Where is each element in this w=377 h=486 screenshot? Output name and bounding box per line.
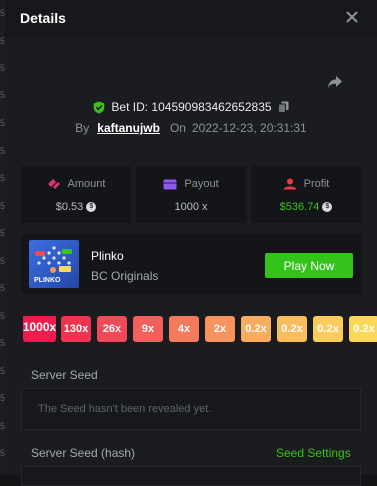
panel-header: Details [5,0,377,37]
profit-label: Profit [303,178,330,190]
multiplier-bucket: 26x [97,316,127,342]
amount-value: $0.53 [55,201,84,213]
multiplier-bucket: 0.2x [277,316,307,342]
multiplier-bucket: 4x [169,316,199,342]
bet-id: Bet ID: 104590983462652835 [111,100,272,114]
multiplier-bucket: 130x [61,316,91,342]
wallet-icon [163,179,177,189]
currency-coin-icon: $ [322,202,333,212]
thumbnail-caption: PLINKO [34,277,61,284]
server-seed-label: Server Seed [31,368,98,382]
server-seed-hash-label: Server Seed (hash) [31,446,136,460]
profit-value: $536.74 [279,201,320,213]
game-thumbnail[interactable]: PLINKO [29,240,79,288]
page-title: Details [20,10,66,26]
on-label: On [169,121,186,135]
game-name: Plinko [91,249,124,263]
profit-icon [283,178,297,190]
by-label: By [75,121,90,135]
multiplier-row: 1000x 130x 26x 9x 4x 2x 0.2x 0.2x 0.2x 0… [23,316,377,342]
server-seed-field[interactable]: The Seed hasn't been revealed yet. [21,388,361,430]
currency-coin-icon: $ [86,202,97,212]
payout-label: Payout [184,178,219,190]
username-link[interactable]: kaftanujwb [97,121,160,135]
bet-author-row: By kaftanujwb On 2022-12-23, 20:31:31 [5,120,377,136]
bet-date: 2022-12-23, 20:31:31 [191,121,307,135]
game-card: PLINKO Plinko BC Originals Play Now [21,234,361,294]
multiplier-bucket: 0.2x [349,316,377,342]
multiplier-bucket: 1000x [23,316,56,342]
seed-settings-link[interactable]: Seed Settings [276,446,351,460]
bet-details-panel: Details Bet ID: 104590983462652835 By ka… [5,0,377,486]
multiplier-bucket: 0.2x [241,316,271,342]
multiplier-bucket: 0.2x [313,316,343,342]
profit-card: Profit $536.74 $ [251,166,361,223]
coins-icon [47,179,60,189]
payout-card: Payout 1000 x [136,166,246,223]
payout-value: 1000 x [174,201,208,213]
multiplier-bucket: 9x [133,316,163,342]
play-now-button[interactable]: Play Now [265,253,353,278]
server-seed-hash-field[interactable] [21,466,361,486]
amount-card: Amount $0.53 $ [21,166,131,223]
bet-id-row: Bet ID: 104590983462652835 [5,99,377,115]
shield-check-icon [94,101,105,114]
close-icon[interactable] [344,9,360,25]
multiplier-bucket: 2x [205,316,235,342]
game-provider: BC Originals [91,269,159,283]
copy-icon[interactable] [277,101,289,113]
server-seed-placeholder: The Seed hasn't been revealed yet. [38,403,212,415]
share-icon[interactable] [326,73,344,91]
amount-label: Amount [67,178,106,190]
